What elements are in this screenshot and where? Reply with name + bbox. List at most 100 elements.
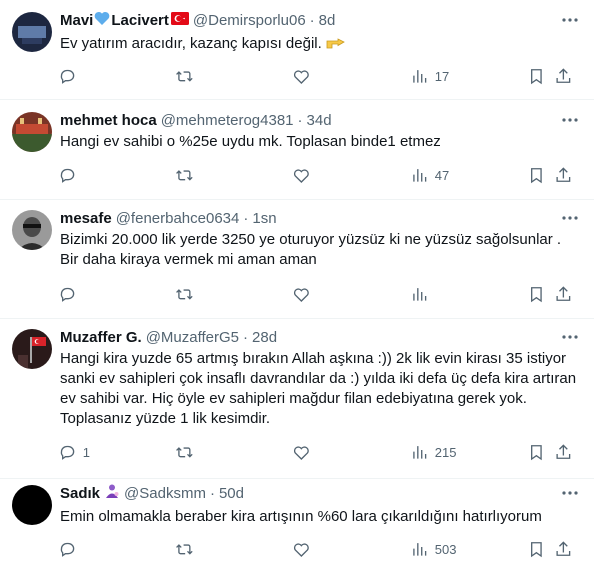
like-button[interactable] xyxy=(292,165,311,185)
tweet-text: Bizimki 20.000 lik yerde 3250 ye oturuyo… xyxy=(60,231,562,268)
share-button[interactable] xyxy=(554,539,573,559)
reply-button[interactable] xyxy=(58,539,77,559)
retweet-button[interactable] xyxy=(175,165,194,185)
tweet-header: Sadık @Sadksmm · 50d xyxy=(60,483,582,503)
heart-icon xyxy=(293,543,309,557)
analytics-icon xyxy=(413,445,427,459)
tweet[interactable]: Mavi Lacivert @Demirsporlu06 · 8d Ev yat… xyxy=(0,0,594,100)
share-icon xyxy=(556,167,571,182)
avatar[interactable] xyxy=(12,112,52,152)
tweet-actions xyxy=(58,284,580,304)
heart-icon xyxy=(293,288,309,302)
more-options-icon[interactable] xyxy=(560,208,580,228)
avatar[interactable] xyxy=(12,485,52,525)
display-name[interactable]: Sadık xyxy=(60,485,100,502)
display-name[interactable]: Muzaffer G. xyxy=(60,329,142,346)
views-button[interactable]: 47 xyxy=(410,165,449,185)
bookmark-icon xyxy=(531,68,542,84)
bookmark-button[interactable] xyxy=(527,165,546,185)
like-button[interactable] xyxy=(292,442,311,462)
timestamp[interactable]: 1sn xyxy=(252,210,276,227)
handle[interactable]: @mehmeterog4381 xyxy=(161,112,294,129)
separator-dot: · xyxy=(243,209,249,227)
tweet-actions: 47 xyxy=(58,165,580,185)
like-button[interactable] xyxy=(292,539,311,559)
view-count: 215 xyxy=(434,444,457,460)
share-icon xyxy=(556,286,571,301)
tweet[interactable]: mehmet hoca @mehmeterog4381 · 34d Hangi … xyxy=(0,100,594,200)
view-count: 17 xyxy=(434,68,450,84)
handle[interactable]: @Sadksmm xyxy=(124,485,206,502)
reply-button[interactable] xyxy=(58,284,77,304)
reply-count: 1 xyxy=(82,444,90,460)
share-icon xyxy=(556,444,571,459)
bookmark-button[interactable] xyxy=(527,66,546,86)
display-name-suffix[interactable]: Lacivert xyxy=(111,12,169,29)
more-options-icon[interactable] xyxy=(560,10,580,30)
handle[interactable]: @Demirsporlu06 xyxy=(193,12,306,29)
share-button[interactable] xyxy=(554,165,573,185)
separator-dot: · xyxy=(243,328,249,346)
share-icon xyxy=(556,68,571,83)
retweet-button[interactable] xyxy=(175,284,194,304)
bookmark-icon xyxy=(531,286,542,302)
reply-button[interactable] xyxy=(58,165,77,185)
tweet-text-wrap: Ev yatırım aracıdır, kazanç kapısı değil… xyxy=(60,34,580,56)
separator-dot: · xyxy=(309,11,315,29)
retweet-icon xyxy=(176,543,193,555)
retweet-button[interactable] xyxy=(175,539,194,559)
heart-icon xyxy=(293,70,309,84)
views-button[interactable] xyxy=(410,284,435,304)
share-button[interactable] xyxy=(554,442,573,462)
bookmark-button[interactable] xyxy=(527,284,546,304)
timestamp[interactable]: 34d xyxy=(307,112,332,129)
tweet-actions: 503 xyxy=(58,539,580,559)
views-button[interactable]: 215 xyxy=(410,442,456,462)
bookmark-button[interactable] xyxy=(527,539,546,559)
reply-button[interactable]: 1 xyxy=(58,442,90,462)
tweet-header: mesafe @fenerbahce0634 · 1sn xyxy=(60,208,582,228)
retweet-icon xyxy=(176,446,193,458)
avatar[interactable] xyxy=(12,12,52,52)
avatar[interactable] xyxy=(12,329,52,369)
reply-icon xyxy=(60,168,75,183)
retweet-icon xyxy=(176,288,193,300)
share-button[interactable] xyxy=(554,66,573,86)
like-button[interactable] xyxy=(292,284,311,304)
retweet-button[interactable] xyxy=(175,442,194,462)
share-icon xyxy=(556,541,571,556)
like-button[interactable] xyxy=(292,66,311,86)
more-options-icon[interactable] xyxy=(560,110,580,130)
more-options-icon[interactable] xyxy=(560,327,580,347)
separator-dot: · xyxy=(297,111,303,129)
bookmark-icon xyxy=(531,167,542,183)
avatar[interactable] xyxy=(12,210,52,250)
handle[interactable]: @MuzafferG5 xyxy=(146,329,239,346)
reply-icon xyxy=(60,287,75,302)
display-name[interactable]: mesafe xyxy=(60,210,112,227)
share-button[interactable] xyxy=(554,284,573,304)
bookmark-button[interactable] xyxy=(527,442,546,462)
views-button[interactable]: 503 xyxy=(410,539,456,559)
tweet-header: mehmet hoca @mehmeterog4381 · 34d xyxy=(60,110,582,130)
tweet[interactable]: mesafe @fenerbahce0634 · 1sn Bizimki 20.… xyxy=(0,200,594,319)
tweet[interactable]: Sadık @Sadksmm · 50d Emin olmamakla bera… xyxy=(0,479,594,573)
bookmark-icon xyxy=(531,444,542,460)
display-name[interactable]: Mavi xyxy=(60,12,93,29)
analytics-icon xyxy=(413,287,427,301)
timestamp[interactable]: 50d xyxy=(219,485,244,502)
timestamp[interactable]: 28d xyxy=(252,329,277,346)
timestamp[interactable]: 8d xyxy=(319,12,336,29)
blue-heart-icon xyxy=(94,11,110,30)
retweet-icon xyxy=(176,169,193,181)
tweet-text: Emin olmamakla beraber kira artışının %6… xyxy=(60,508,542,525)
retweet-button[interactable] xyxy=(175,66,194,86)
more-options-icon[interactable] xyxy=(560,483,580,503)
display-name[interactable]: mehmet hoca xyxy=(60,112,157,129)
handle[interactable]: @fenerbahce0634 xyxy=(116,210,240,227)
tweet[interactable]: Muzaffer G. @MuzafferG5 · 28d Hangi kira… xyxy=(0,319,594,479)
heart-icon xyxy=(293,446,309,460)
view-count: 503 xyxy=(434,541,457,557)
views-button[interactable]: 17 xyxy=(410,66,449,86)
reply-button[interactable] xyxy=(58,66,77,86)
